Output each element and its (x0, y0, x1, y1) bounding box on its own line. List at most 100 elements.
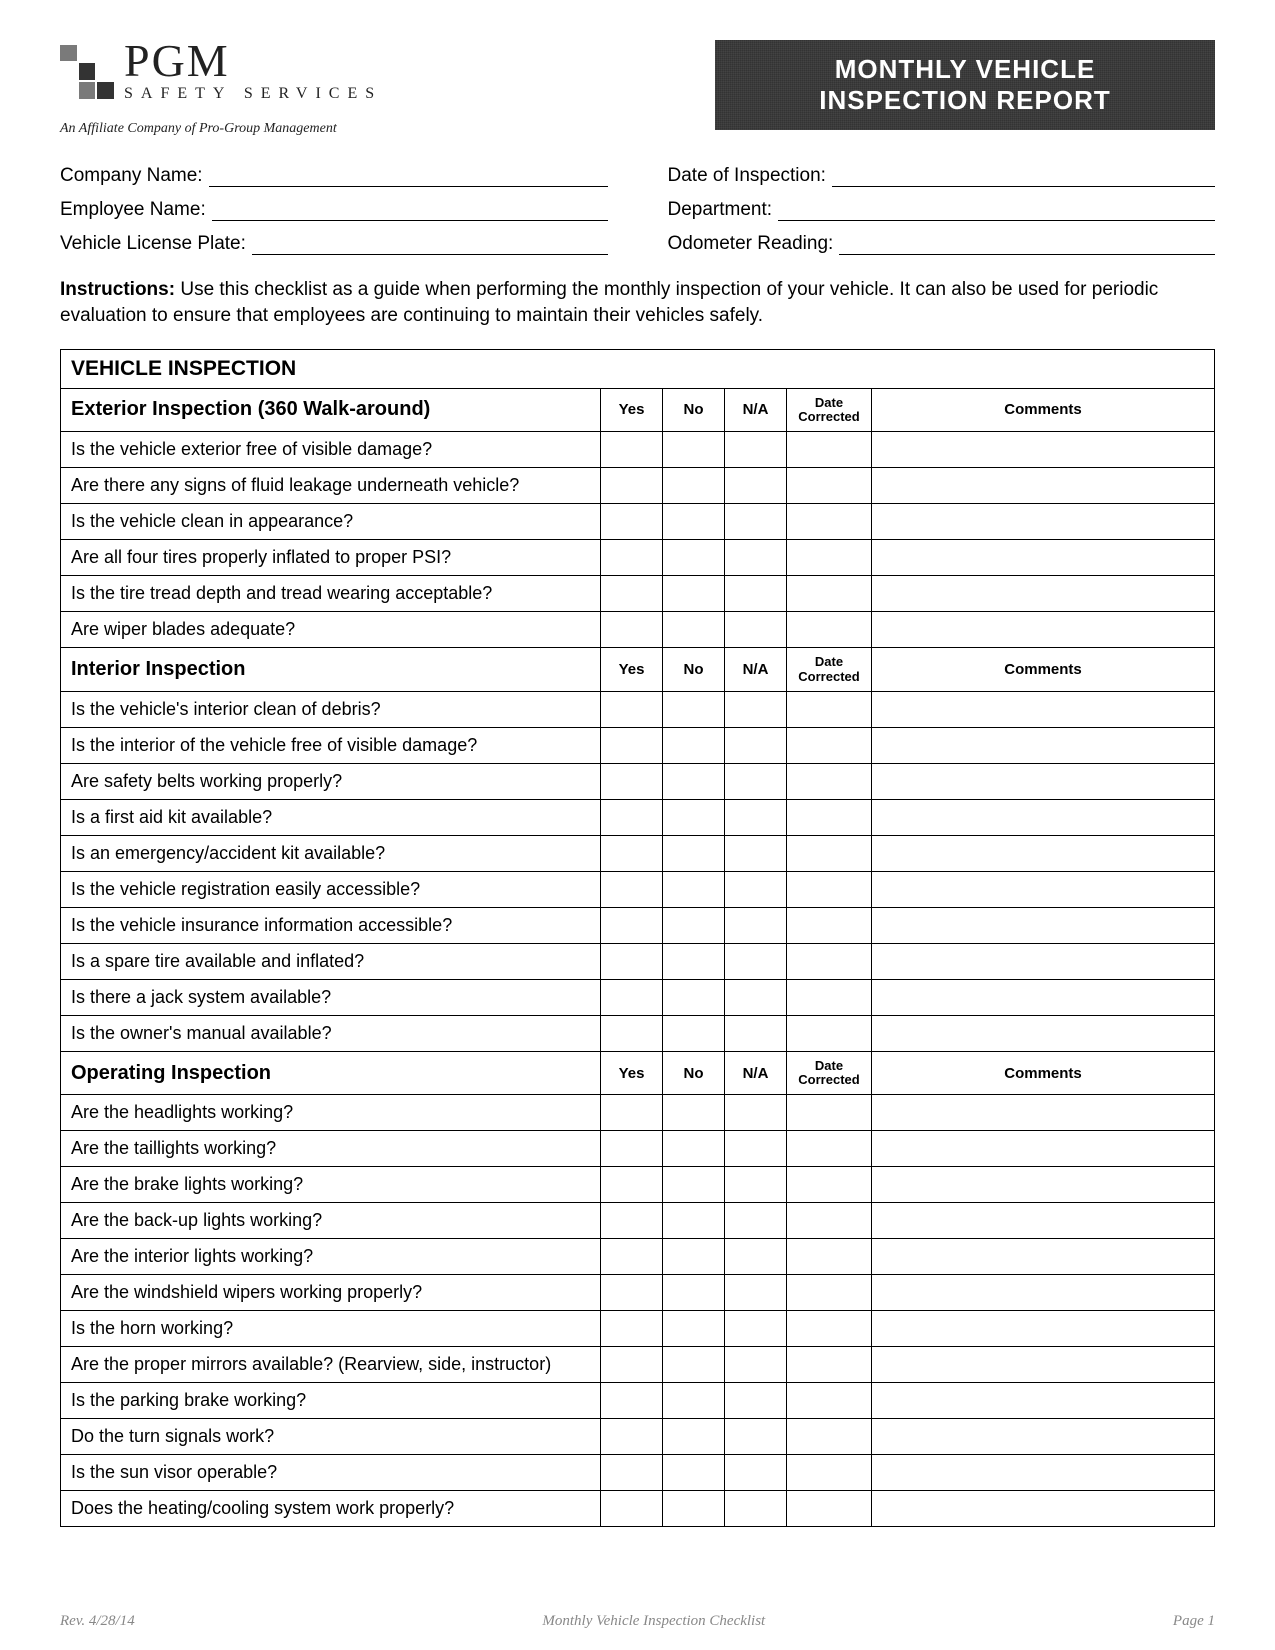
date-corrected-cell[interactable] (787, 907, 872, 943)
yes-cell[interactable] (601, 1311, 663, 1347)
comments-cell[interactable] (872, 1383, 1215, 1419)
yes-cell[interactable] (601, 468, 663, 504)
comments-cell[interactable] (872, 1455, 1215, 1491)
no-cell[interactable] (663, 1095, 725, 1131)
no-cell[interactable] (663, 1347, 725, 1383)
comments-cell[interactable] (872, 763, 1215, 799)
date-corrected-cell[interactable] (787, 871, 872, 907)
yes-cell[interactable] (601, 943, 663, 979)
no-cell[interactable] (663, 1015, 725, 1051)
no-cell[interactable] (663, 1131, 725, 1167)
date-corrected-cell[interactable] (787, 691, 872, 727)
date-corrected-cell[interactable] (787, 1455, 872, 1491)
date-corrected-cell[interactable] (787, 576, 872, 612)
comments-cell[interactable] (872, 871, 1215, 907)
no-cell[interactable] (663, 907, 725, 943)
date-corrected-cell[interactable] (787, 727, 872, 763)
department-field[interactable]: Department: (668, 199, 1216, 221)
date-corrected-cell[interactable] (787, 1167, 872, 1203)
no-cell[interactable] (663, 1311, 725, 1347)
comments-cell[interactable] (872, 943, 1215, 979)
date-corrected-cell[interactable] (787, 943, 872, 979)
yes-cell[interactable] (601, 1455, 663, 1491)
na-cell[interactable] (725, 1167, 787, 1203)
na-cell[interactable] (725, 1347, 787, 1383)
na-cell[interactable] (725, 432, 787, 468)
no-cell[interactable] (663, 943, 725, 979)
date-corrected-cell[interactable] (787, 1015, 872, 1051)
comments-cell[interactable] (872, 691, 1215, 727)
yes-cell[interactable] (601, 576, 663, 612)
na-cell[interactable] (725, 1239, 787, 1275)
no-cell[interactable] (663, 1239, 725, 1275)
na-cell[interactable] (725, 1203, 787, 1239)
yes-cell[interactable] (601, 1131, 663, 1167)
yes-cell[interactable] (601, 763, 663, 799)
na-cell[interactable] (725, 943, 787, 979)
comments-cell[interactable] (872, 1419, 1215, 1455)
no-cell[interactable] (663, 1167, 725, 1203)
comments-cell[interactable] (872, 540, 1215, 576)
no-cell[interactable] (663, 1491, 725, 1527)
no-cell[interactable] (663, 979, 725, 1015)
comments-cell[interactable] (872, 1347, 1215, 1383)
na-cell[interactable] (725, 612, 787, 648)
na-cell[interactable] (725, 504, 787, 540)
comments-cell[interactable] (872, 1015, 1215, 1051)
date-inspection-field[interactable]: Date of Inspection: (668, 165, 1216, 187)
date-corrected-cell[interactable] (787, 1311, 872, 1347)
na-cell[interactable] (725, 871, 787, 907)
no-cell[interactable] (663, 468, 725, 504)
yes-cell[interactable] (601, 1239, 663, 1275)
date-corrected-cell[interactable] (787, 1095, 872, 1131)
yes-cell[interactable] (601, 835, 663, 871)
no-cell[interactable] (663, 799, 725, 835)
comments-cell[interactable] (872, 612, 1215, 648)
date-corrected-cell[interactable] (787, 1275, 872, 1311)
comments-cell[interactable] (872, 1239, 1215, 1275)
yes-cell[interactable] (601, 727, 663, 763)
comments-cell[interactable] (872, 727, 1215, 763)
no-cell[interactable] (663, 727, 725, 763)
no-cell[interactable] (663, 1419, 725, 1455)
no-cell[interactable] (663, 540, 725, 576)
comments-cell[interactable] (872, 1311, 1215, 1347)
no-cell[interactable] (663, 871, 725, 907)
na-cell[interactable] (725, 1095, 787, 1131)
date-corrected-cell[interactable] (787, 612, 872, 648)
na-cell[interactable] (725, 691, 787, 727)
na-cell[interactable] (725, 540, 787, 576)
comments-cell[interactable] (872, 835, 1215, 871)
comments-cell[interactable] (872, 979, 1215, 1015)
comments-cell[interactable] (872, 1095, 1215, 1131)
na-cell[interactable] (725, 1275, 787, 1311)
date-corrected-cell[interactable] (787, 763, 872, 799)
yes-cell[interactable] (601, 1015, 663, 1051)
employee-name-field[interactable]: Employee Name: (60, 199, 608, 221)
comments-cell[interactable] (872, 907, 1215, 943)
na-cell[interactable] (725, 1419, 787, 1455)
date-corrected-cell[interactable] (787, 1491, 872, 1527)
yes-cell[interactable] (601, 799, 663, 835)
comments-cell[interactable] (872, 1131, 1215, 1167)
yes-cell[interactable] (601, 1383, 663, 1419)
no-cell[interactable] (663, 1275, 725, 1311)
comments-cell[interactable] (872, 799, 1215, 835)
yes-cell[interactable] (601, 691, 663, 727)
no-cell[interactable] (663, 612, 725, 648)
date-corrected-cell[interactable] (787, 1419, 872, 1455)
no-cell[interactable] (663, 576, 725, 612)
date-corrected-cell[interactable] (787, 468, 872, 504)
na-cell[interactable] (725, 1383, 787, 1419)
no-cell[interactable] (663, 691, 725, 727)
yes-cell[interactable] (601, 1275, 663, 1311)
odometer-field[interactable]: Odometer Reading: (668, 233, 1216, 255)
date-corrected-cell[interactable] (787, 1347, 872, 1383)
na-cell[interactable] (725, 468, 787, 504)
na-cell[interactable] (725, 835, 787, 871)
yes-cell[interactable] (601, 612, 663, 648)
na-cell[interactable] (725, 576, 787, 612)
comments-cell[interactable] (872, 1203, 1215, 1239)
comments-cell[interactable] (872, 1275, 1215, 1311)
no-cell[interactable] (663, 504, 725, 540)
